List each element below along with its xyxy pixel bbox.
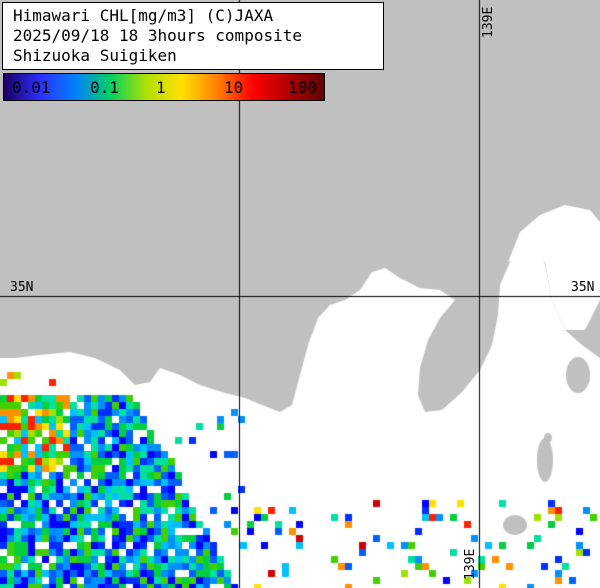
lat-label-left: 35N bbox=[10, 280, 34, 295]
lon-label-top: 139E bbox=[481, 6, 496, 38]
colorbar-tick-100: 100 bbox=[288, 78, 317, 97]
colorbar-tick-0.1: 0.1 bbox=[90, 78, 119, 97]
colorbar-tick-0.01: 0.01 bbox=[12, 78, 51, 97]
title-product: Himawari CHL[mg/m3] (C)JAXA bbox=[13, 6, 274, 25]
lon-label-bottom: 139E bbox=[463, 548, 478, 580]
lat-label-right: 35N bbox=[571, 280, 595, 295]
title-date: 2025/09/18 18 3hours composite bbox=[13, 26, 302, 45]
colorbar-tick-1: 1 bbox=[156, 78, 166, 97]
map-title-box: Himawari CHL[mg/m3] (C)JAXA 2025/09/18 1… bbox=[2, 2, 384, 70]
colorbar-tick-10: 10 bbox=[224, 78, 244, 97]
colorbar-legend: 0.01 0.1 1 10 100 bbox=[3, 73, 325, 101]
title-source: Shizuoka Suigiken bbox=[13, 46, 177, 65]
